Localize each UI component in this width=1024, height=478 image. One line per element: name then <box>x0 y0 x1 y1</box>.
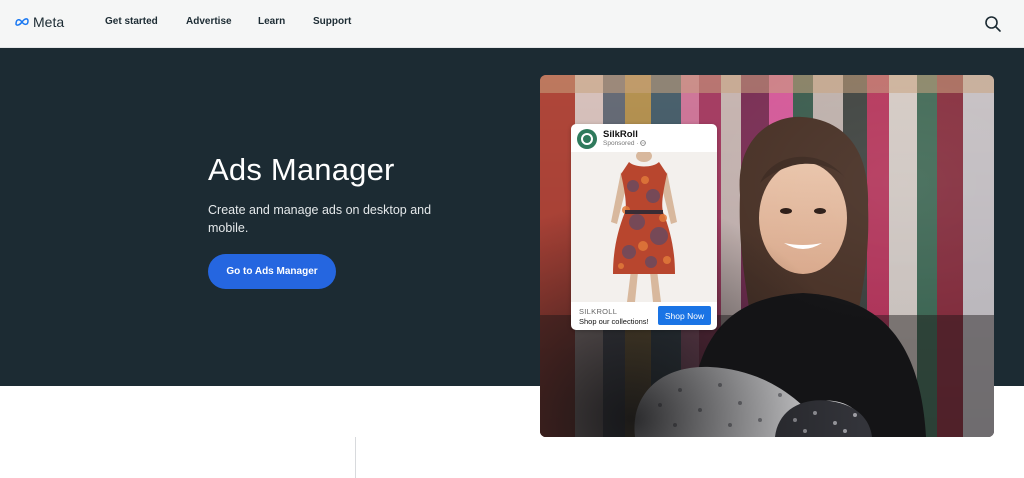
sample-ad-card: SilkRoll Sponsored · SILKROLL Shop our c… <box>571 124 717 330</box>
nav-link-learn[interactable]: Learn <box>258 16 285 27</box>
shop-now-button[interactable]: Shop Now <box>658 306 711 325</box>
ad-footer-tagline: Shop our collections! <box>579 317 649 326</box>
ad-sponsored-text: Sponsored · <box>603 140 639 147</box>
dress-illustration <box>571 150 717 302</box>
top-navigation: Meta Get started Advertise Learn Support <box>0 0 1024 48</box>
search-icon[interactable] <box>984 15 1002 33</box>
ad-sponsored-label: Sponsored · <box>603 140 646 147</box>
nav-link-support[interactable]: Support <box>313 16 351 27</box>
ad-footer-brand: SILKROLL <box>579 307 618 316</box>
nav-link-get-started[interactable]: Get started <box>105 16 158 27</box>
ad-brand-name: SilkRoll <box>603 129 638 140</box>
silkroll-logo-icon <box>577 129 597 149</box>
hero-title: Ads Manager <box>208 152 395 187</box>
section-divider <box>355 437 356 478</box>
hero-description: Create and manage ads on desktop and mob… <box>208 203 432 235</box>
go-to-ads-manager-button[interactable]: Go to Ads Manager <box>208 254 336 289</box>
nav-link-advertise[interactable]: Advertise <box>186 16 232 27</box>
meta-logo[interactable]: Meta <box>14 14 64 30</box>
ad-product-image <box>571 150 717 302</box>
globe-icon <box>640 140 646 147</box>
meta-infinity-icon <box>15 18 29 26</box>
meta-logo-text: Meta <box>33 14 65 30</box>
